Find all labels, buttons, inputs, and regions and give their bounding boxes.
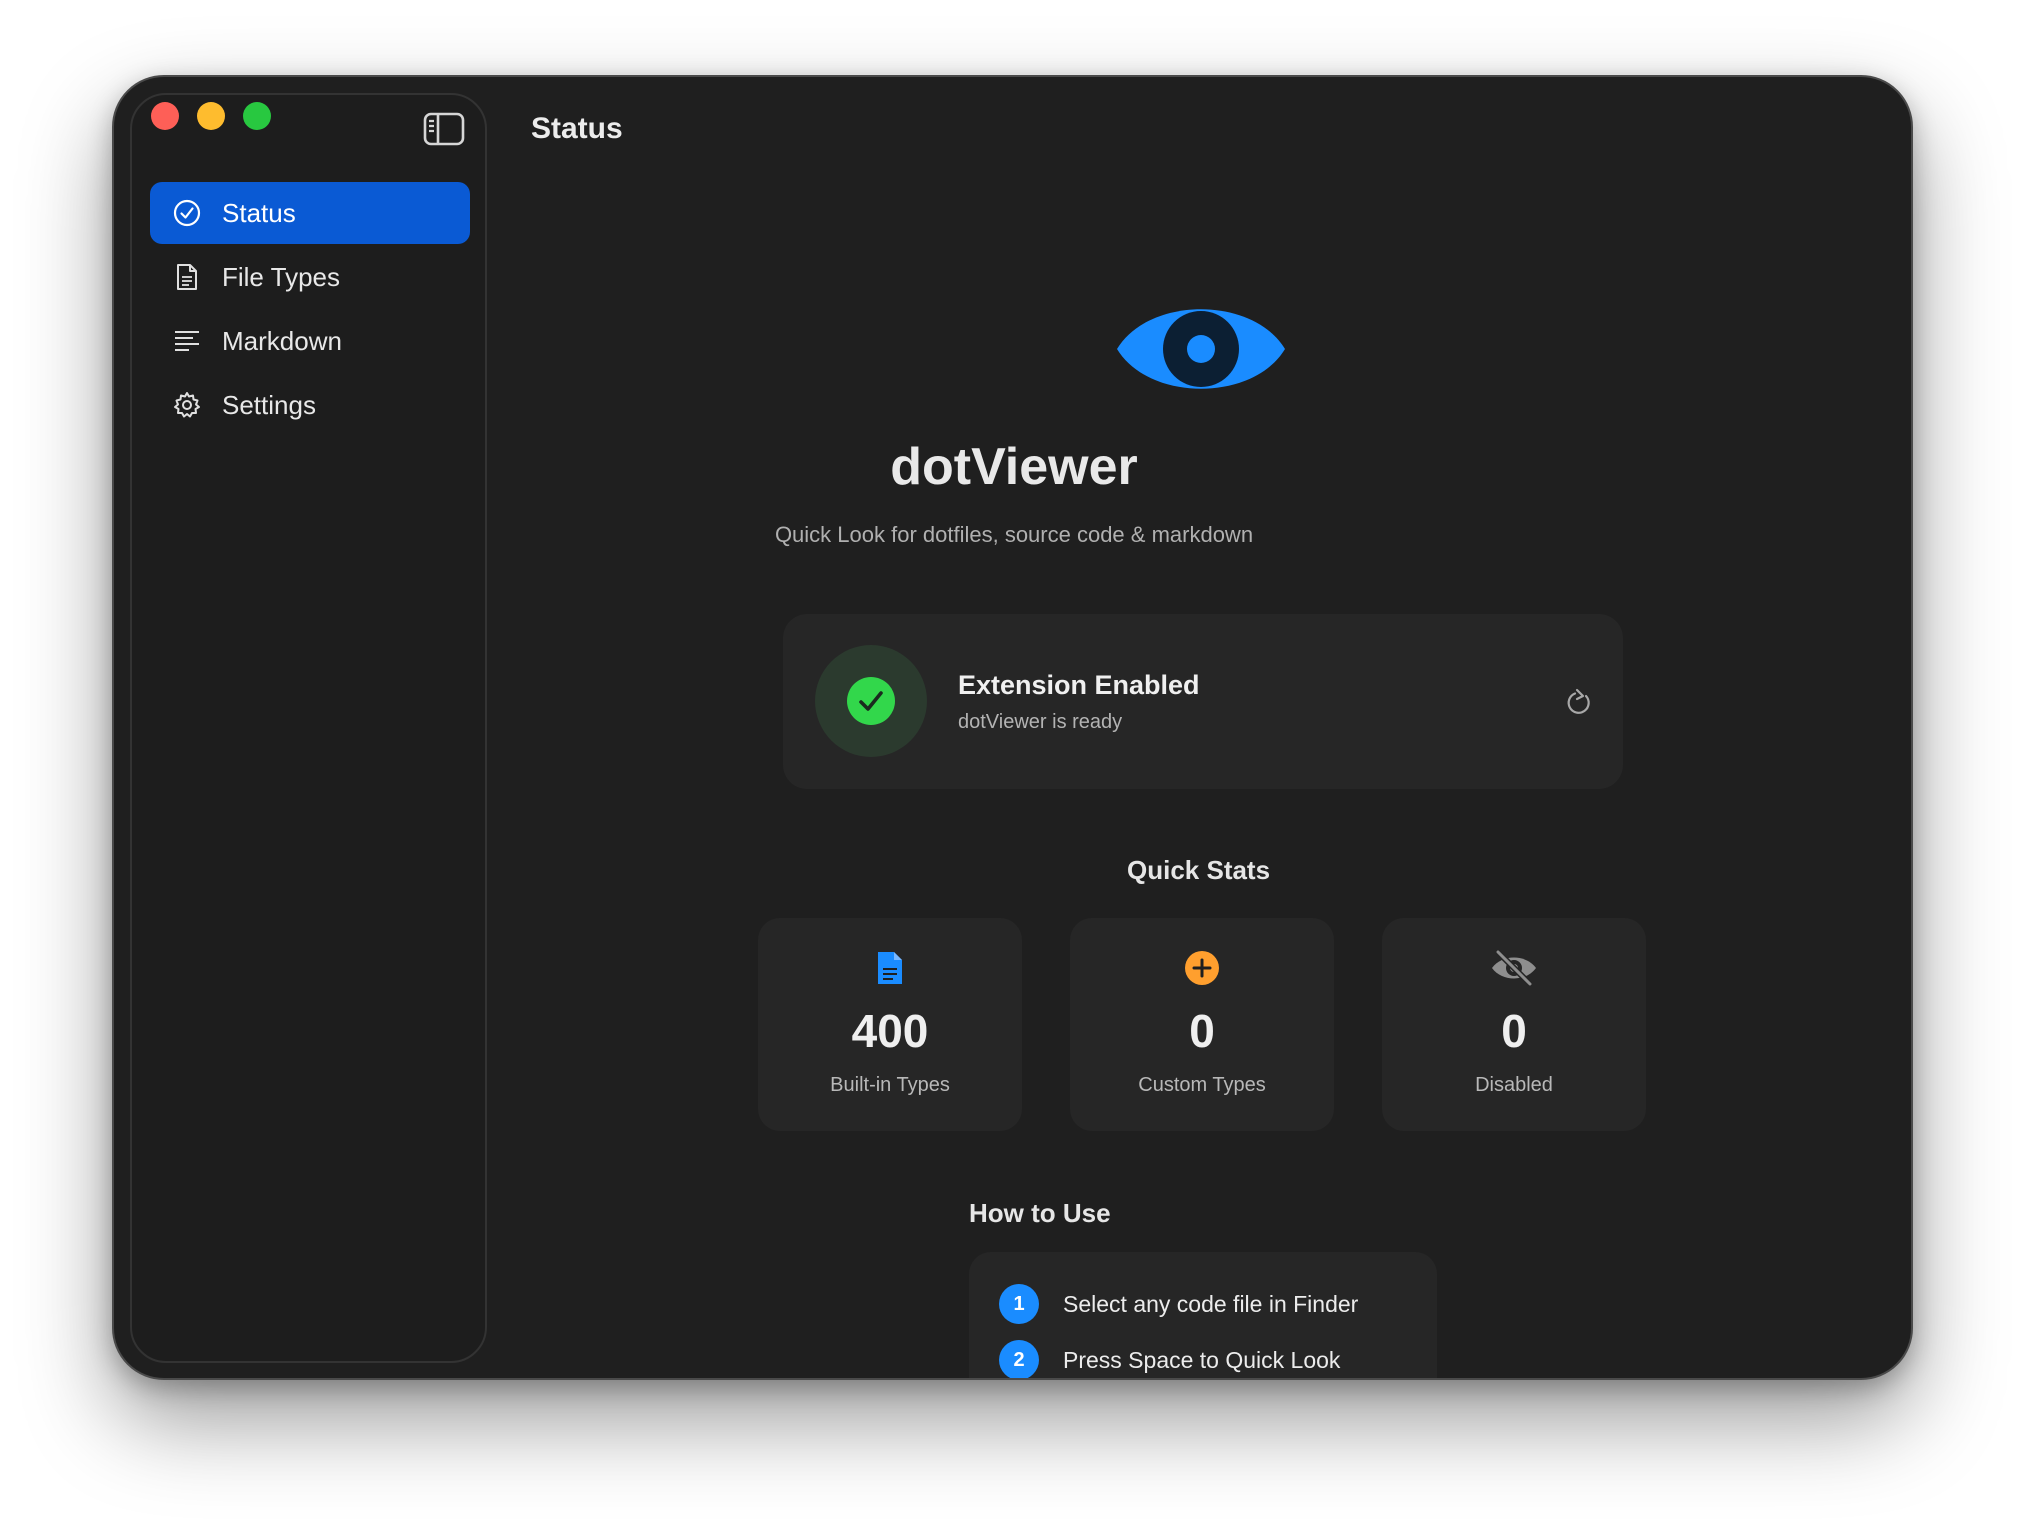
stat-value: 0 <box>1189 1005 1215 1057</box>
list-item: 1 Select any code file in Finder <box>999 1284 1358 1324</box>
sidebar-item-status[interactable]: Status <box>150 182 470 244</box>
zoom-button[interactable] <box>243 102 271 130</box>
page-title: Status <box>531 112 623 145</box>
step-text: Press Space to Quick Look <box>1063 1346 1341 1373</box>
stat-card-built-in-types: 400 Built-in Types <box>758 918 1022 1131</box>
tagline: Quick Look for dotfiles, source code & m… <box>774 522 1254 547</box>
how-to-use-card: 1 Select any code file in Finder 2 Press… <box>969 1252 1437 1378</box>
stat-label: Built-in Types <box>830 1074 950 1096</box>
eye-logo-icon <box>1115 294 1287 404</box>
stat-card-disabled: 0 Disabled <box>1382 918 1646 1131</box>
step-text: Select any code file in Finder <box>1063 1290 1359 1317</box>
status-indicator <box>815 645 927 757</box>
stat-label: Disabled <box>1475 1074 1553 1096</box>
checkmark-circle-icon <box>847 677 895 725</box>
app-window: Status File Types Markdown Settings Stat… <box>112 75 1913 1380</box>
sidebar-item-label: Status <box>222 197 296 228</box>
sidebar-nav: Status File Types Markdown Settings <box>150 182 470 438</box>
stat-value: 400 <box>851 1005 929 1057</box>
plus-circle-icon <box>1070 950 1334 986</box>
minimize-button[interactable] <box>197 102 225 130</box>
close-button[interactable] <box>151 102 179 130</box>
sidebar-item-file-types[interactable]: File Types <box>150 246 470 308</box>
app-name: dotViewer <box>890 438 1138 496</box>
stat-value: 0 <box>1501 1005 1527 1057</box>
quick-stats-title: Quick Stats <box>1127 855 1271 885</box>
how-to-use-title: How to Use <box>969 1198 1111 1228</box>
sidebar-item-settings[interactable]: Settings <box>150 374 470 436</box>
document-icon <box>758 950 1022 986</box>
gear-icon <box>172 390 202 420</box>
status-title: Extension Enabled <box>958 670 1200 700</box>
stat-card-custom-types: 0 Custom Types <box>1070 918 1334 1131</box>
step-number-badge: 1 <box>999 1284 1039 1324</box>
text-align-left-icon <box>172 326 202 356</box>
sidebar-toggle-icon[interactable] <box>423 112 465 146</box>
sidebar-item-label: Markdown <box>222 325 342 356</box>
list-item: 2 Press Space to Quick Look <box>999 1340 1341 1378</box>
stat-label: Custom Types <box>1138 1074 1266 1096</box>
refresh-icon[interactable] <box>1563 688 1593 718</box>
step-number-badge: 2 <box>999 1340 1039 1378</box>
sidebar-item-label: File Types <box>222 261 341 292</box>
eye-slash-icon <box>1382 950 1646 986</box>
document-icon <box>172 262 202 292</box>
sidebar-item-markdown[interactable]: Markdown <box>150 310 470 372</box>
extension-status-card: Extension Enabled dotViewer is ready <box>783 614 1623 789</box>
sidebar-item-label: Settings <box>222 389 316 420</box>
checkmark-circle-icon <box>172 198 202 228</box>
status-subtitle: dotViewer is ready <box>958 711 1123 733</box>
